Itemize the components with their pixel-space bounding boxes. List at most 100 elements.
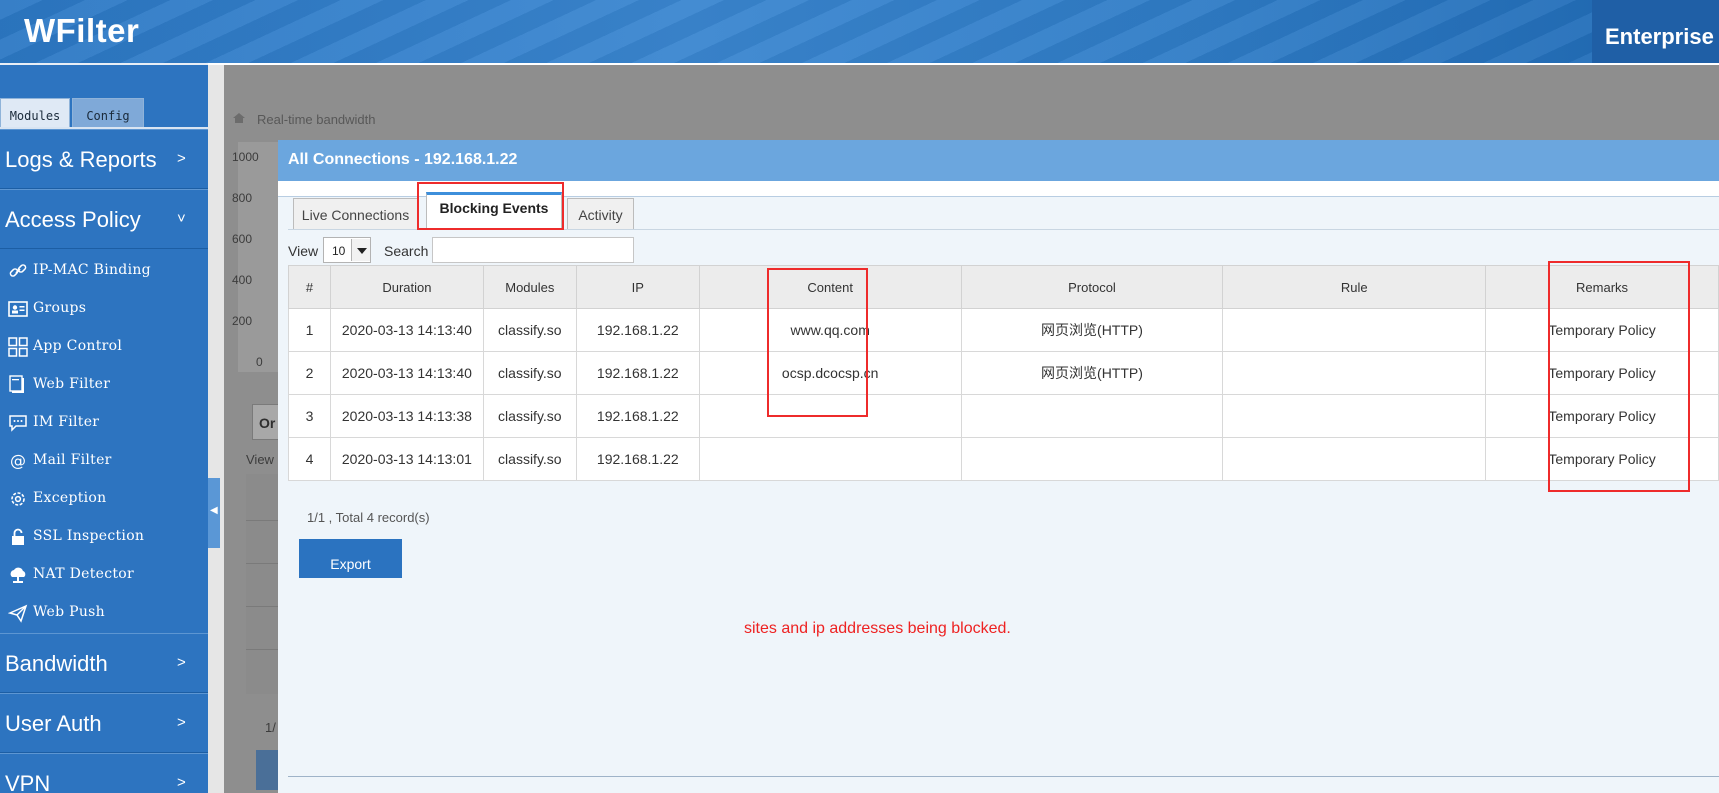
sidebar-collapse-handle[interactable]: ◀ — [208, 478, 220, 548]
column-header-rule[interactable]: Rule — [1222, 265, 1487, 309]
sidebar-item-label: Web Push — [33, 604, 105, 620]
cell-ip: 192.168.1.22 — [575, 308, 700, 352]
dialog-bottom-border — [288, 776, 1719, 777]
all-connections-dialog: All Connections - 192.168.1.22 Live Conn… — [278, 140, 1719, 793]
sidebar-item-ip-mac-binding[interactable]: IP-MAC Binding — [0, 251, 208, 289]
table-row[interactable]: 3 2020-03-13 14:13:38 classify.so 192.16… — [288, 394, 1719, 438]
page-size-select[interactable]: 10 — [323, 237, 371, 263]
cell-content — [698, 437, 962, 481]
section-label: Bandwidth — [5, 651, 108, 676]
sidebar-item-exception[interactable]: Exception — [0, 479, 208, 517]
table-header-row: # Duration Modules IP Content Protocol R… — [288, 265, 1719, 309]
background-view-label: View — [246, 452, 274, 467]
at-sign-icon: @ — [10, 451, 26, 470]
background-y-tick: 0 — [256, 355, 263, 369]
search-input[interactable] — [432, 237, 634, 263]
column-header-modules[interactable]: Modules — [482, 265, 577, 309]
section-label: VPN — [5, 771, 51, 793]
cell-rule — [1222, 308, 1487, 352]
cell-protocol — [960, 394, 1224, 438]
chevron-right-icon: > — [177, 714, 186, 731]
sidebar-item-web-filter[interactable]: Web Filter — [0, 365, 208, 403]
dialog-body: Live Connections Blocking Events Activit… — [278, 192, 1719, 793]
chevron-right-icon: > — [177, 654, 186, 671]
background-chart-panel — [238, 142, 278, 372]
tab-activity[interactable]: Activity — [567, 198, 634, 230]
sidebar-item-web-push[interactable]: Web Push — [0, 593, 208, 631]
background-table-row — [246, 649, 280, 650]
chevron-left-icon: ◀ — [210, 505, 218, 516]
background-table-row — [246, 520, 280, 521]
sidebar-item-label: Mail Filter — [33, 452, 112, 468]
sidebar-section-bandwidth[interactable]: Bandwidth > — [0, 633, 208, 693]
lock-icon — [12, 528, 24, 545]
column-header-duration[interactable]: Duration — [329, 265, 484, 309]
export-button[interactable]: Export — [299, 539, 402, 578]
cell-modules: classify.so — [482, 394, 577, 438]
background-table — [246, 474, 280, 694]
cell-protocol — [960, 437, 1224, 481]
top-header: WFilter Enterprise — [0, 0, 1719, 63]
background-y-tick: 400 — [232, 273, 253, 287]
section-label: User Auth — [5, 711, 102, 736]
dialog-title-bar[interactable]: All Connections - 192.168.1.22 — [278, 140, 1719, 181]
cell-rule — [1222, 437, 1487, 481]
sidebar-tab-config[interactable]: Config — [72, 98, 144, 128]
dropdown-arrow-icon[interactable] — [351, 239, 370, 261]
gear-icon — [11, 492, 25, 506]
sidebar-tab-modules[interactable]: Modules — [0, 98, 70, 128]
column-header-ip[interactable]: IP — [575, 265, 700, 309]
sidebar-section-vpn[interactable]: VPN > — [0, 753, 208, 793]
page-size-value: 10 — [332, 244, 346, 258]
cell-ip: 192.168.1.22 — [575, 351, 700, 395]
sidebar-section-logs-reports[interactable]: Logs & Reports > — [0, 129, 208, 189]
app-grid-icon — [8, 337, 28, 357]
cell-ip: 192.168.1.22 — [575, 394, 700, 438]
sidebar-item-label: SSL Inspection — [33, 528, 145, 544]
edition-label: Enterprise — [1605, 24, 1714, 49]
sidebar-item-label: Exception — [33, 490, 107, 506]
sidebar-item-app-control[interactable]: App Control — [0, 327, 208, 365]
section-label: Access Policy — [5, 207, 141, 232]
chevron-down-icon: ˅ — [177, 210, 186, 227]
table-row[interactable]: 4 2020-03-13 14:13:01 classify.so 192.16… — [288, 437, 1719, 481]
background-y-tick: 600 — [232, 232, 253, 246]
table-row[interactable]: 2 2020-03-13 14:13:40 classify.so 192.16… — [288, 351, 1719, 395]
sidebar-item-label: NAT Detector — [33, 566, 134, 582]
view-label: View — [288, 243, 319, 259]
tab-live-connections[interactable]: Live Connections — [293, 198, 418, 230]
cell-modules: classify.so — [482, 308, 577, 352]
background-breadcrumb: Real-time bandwidth — [257, 112, 376, 127]
cell-duration: 2020-03-13 14:13:40 — [329, 308, 484, 352]
cell-protocol: 网页浏览(HTTP) — [960, 308, 1224, 352]
highlight-box-blocking-tab — [417, 182, 564, 230]
sidebar-item-im-filter[interactable]: IM Filter — [0, 403, 208, 441]
table-row[interactable]: 1 2020-03-13 14:13:40 classify.so 192.16… — [288, 308, 1719, 352]
dialog-title: All Connections - 192.168.1.22 — [288, 151, 518, 168]
cell-index: 4 — [288, 437, 331, 481]
pagination-summary: 1/1 , Total 4 record(s) — [307, 510, 430, 525]
blocking-events-table: # Duration Modules IP Content Protocol R… — [288, 265, 1719, 481]
background-y-tick: 800 — [232, 191, 253, 205]
link-icon — [9, 264, 27, 277]
background-table-row — [246, 563, 280, 564]
cell-index: 1 — [288, 308, 331, 352]
section-label: Logs & Reports — [5, 147, 157, 172]
sidebar-item-nat-detector[interactable]: NAT Detector — [0, 555, 208, 593]
header-texture — [0, 0, 1719, 63]
background-pager: 1/ — [265, 720, 276, 735]
sidebar-item-ssl-inspection[interactable]: SSL Inspection — [0, 517, 208, 555]
search-label: Search — [384, 243, 429, 259]
sidebar-item-label: App Control — [33, 338, 123, 354]
column-header-protocol[interactable]: Protocol — [960, 265, 1224, 309]
annotation-note: sites and ip addresses being blocked. — [744, 620, 1011, 637]
sidebar-item-groups[interactable]: Groups — [0, 289, 208, 327]
background-tab-label: Or — [259, 415, 276, 431]
cell-duration: 2020-03-13 14:13:38 — [329, 394, 484, 438]
chevron-right-icon: > — [177, 150, 186, 167]
sidebar-item-mail-filter[interactable]: @ Mail Filter — [0, 441, 208, 479]
column-header-index[interactable]: # — [288, 265, 331, 309]
sidebar-section-access-policy[interactable]: Access Policy ˅ — [0, 189, 208, 249]
sidebar-section-user-auth[interactable]: User Auth > — [0, 693, 208, 753]
sidebar-item-label: Web Filter — [33, 376, 111, 392]
